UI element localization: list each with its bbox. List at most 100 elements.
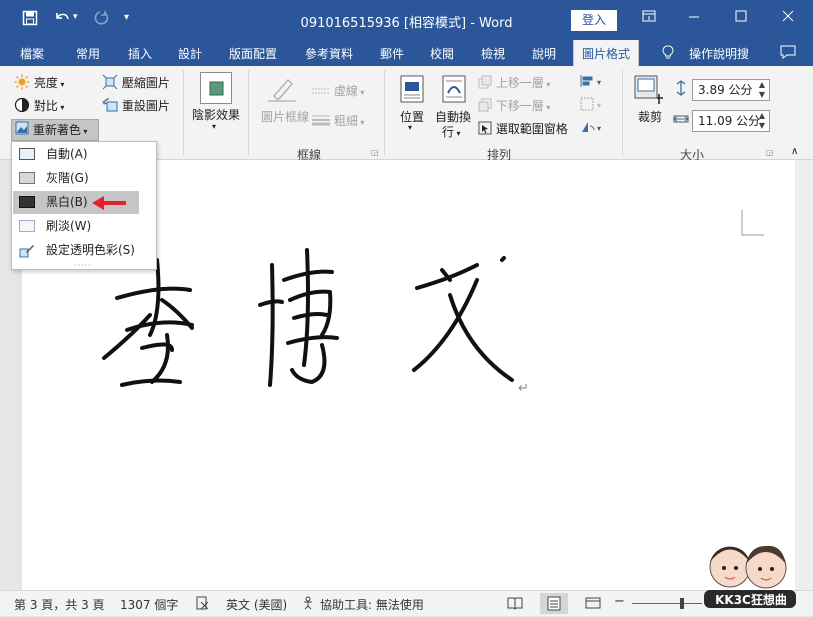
tab-references[interactable]: 參考資料 (305, 45, 353, 62)
width-spinner-icon[interactable]: ▲ ▼ (759, 111, 765, 131)
menu-item-gray[interactable]: 灰階(G) (13, 167, 139, 190)
comments-icon[interactable] (780, 45, 796, 62)
tab-picture-format[interactable]: 圖片格式 (573, 40, 640, 66)
picture-gray-icon (19, 172, 35, 184)
word-count[interactable]: 1307 個字 (120, 596, 178, 613)
menu-item-label: 灰階(G) (46, 171, 89, 185)
zoom-out-icon[interactable]: − (614, 594, 625, 609)
reset-picture-button[interactable]: 重設圖片 (102, 97, 170, 116)
login-button[interactable]: 登入 (571, 10, 617, 31)
watermark-logo: KK3C狂想曲 (700, 532, 800, 610)
status-bar: 第 3 頁，共 3 頁 1307 個字 英文 (美國) 協助工具: 無法使用 − (0, 590, 813, 616)
brightness-button[interactable]: 亮度 ▾ (14, 74, 64, 93)
height-icon (673, 80, 689, 99)
width-value: 11.09 公分 (698, 114, 761, 128)
read-mode-icon[interactable] (507, 596, 523, 613)
crop-button[interactable]: 裁剪 (638, 108, 662, 125)
ribbon-display-icon[interactable] (642, 9, 656, 27)
wrap-text-button-line2[interactable]: 行 ▾ (442, 123, 461, 140)
align-icon[interactable]: ▾ (580, 74, 608, 91)
shadow-effects-button[interactable]: 陰影效果 (192, 106, 240, 123)
menu-item-label: 自動(A) (46, 147, 88, 161)
border-dialog-launcher-icon[interactable]: ◲ (371, 148, 379, 157)
shadow-effect-icon[interactable] (200, 72, 232, 104)
tab-mailings[interactable]: 郵件 (380, 45, 404, 62)
signature-image[interactable] (102, 248, 514, 387)
paragraph-mark: ↵ (518, 381, 529, 396)
accessibility-icon[interactable] (302, 596, 318, 613)
menu-item-label: 刷淡(W) (46, 219, 92, 233)
collapse-ribbon-icon[interactable]: ∧ (791, 146, 798, 157)
crop-icon[interactable] (633, 74, 665, 109)
reset-label: 重設圖片 (121, 99, 170, 113)
height-spinner-icon[interactable]: ▲ ▼ (759, 80, 765, 100)
print-layout-icon[interactable] (540, 593, 568, 614)
send-backward-icon (478, 98, 492, 115)
compress-pictures-button[interactable]: 壓縮圖片 (102, 74, 170, 93)
tab-review[interactable]: 校閱 (430, 45, 454, 62)
rotate-icon[interactable]: ▾ (580, 120, 608, 137)
line-weight-icon (312, 114, 330, 129)
weight-button[interactable]: 粗細 ▾ (312, 112, 364, 129)
lightbulb-icon (662, 45, 674, 62)
menu-item-auto[interactable]: 自動(A) (13, 143, 139, 166)
weight-label: 粗細 (333, 114, 358, 128)
selection-pane-icon (478, 121, 492, 138)
tab-design[interactable]: 設計 (178, 45, 202, 62)
ribbon-tabs: 檔案 常用 插入 設計 版面配置 參考資料 郵件 校閱 檢視 說明 圖片格式 操… (0, 40, 813, 66)
group-objects-icon[interactable]: ▾ (580, 97, 608, 114)
tell-me-search[interactable]: 操作說明搜 (689, 45, 749, 62)
tab-view[interactable]: 檢視 (481, 45, 505, 62)
height-input[interactable]: 3.89 公分 ▲ ▼ (692, 79, 770, 101)
close-icon[interactable] (782, 9, 794, 27)
picture-border-icon (266, 74, 298, 105)
compress-label: 壓縮圖片 (121, 76, 170, 90)
width-input[interactable]: 11.09 公分 ▲ ▼ (692, 110, 770, 132)
dash-label: 虛線 (333, 84, 358, 98)
vertical-scrollbar[interactable] (795, 160, 813, 590)
menu-item-label: 黑白(B) (46, 195, 88, 209)
language-status[interactable]: 英文 (美國) (226, 596, 287, 613)
send-backward-button[interactable]: 下移一層 ▾ (478, 97, 550, 115)
menu-item-set-transparent[interactable]: 設定透明色彩(S) (13, 239, 153, 262)
zoom-slider[interactable] (632, 603, 702, 604)
send-backward-label: 下移一層 (495, 99, 544, 113)
bring-forward-label: 上移一層 (495, 76, 544, 90)
zoom-slider-thumb[interactable] (680, 598, 684, 609)
picture-border-button[interactable]: 圖片框線 (261, 108, 309, 125)
compress-icon (102, 74, 118, 93)
recolor-button[interactable]: 重新著色 ▾ (11, 119, 99, 141)
shadow-dropdown-arrow[interactable]: ▾ (212, 122, 216, 131)
position-dropdown-arrow[interactable]: ▾ (408, 123, 412, 132)
dash-icon (312, 85, 330, 99)
proofing-icon[interactable] (195, 596, 209, 613)
tab-insert[interactable]: 插入 (128, 45, 152, 62)
picture-auto-icon (19, 148, 35, 160)
bring-forward-icon (478, 75, 492, 92)
reset-picture-icon (102, 97, 118, 116)
title-bar: ▾ ▾ 091016515936 [相容模式] - Word 登入 (0, 0, 813, 40)
tab-help[interactable]: 說明 (532, 45, 556, 62)
menu-item-label: 設定透明色彩(S) (46, 243, 135, 257)
size-dialog-launcher-icon[interactable]: ◲ (766, 148, 774, 157)
contrast-button[interactable]: 對比 ▾ (14, 97, 64, 116)
separator (248, 70, 249, 156)
maximize-icon[interactable] (735, 9, 747, 27)
page-count[interactable]: 第 3 頁，共 3 頁 (14, 596, 105, 613)
tab-layout[interactable]: 版面配置 (229, 45, 277, 62)
svg-text:▾: ▾ (597, 124, 601, 133)
dash-button[interactable]: 虛線 ▾ (312, 82, 364, 99)
height-value: 3.89 公分 (698, 83, 753, 97)
tab-file[interactable]: 檔案 (20, 45, 44, 62)
menu-item-washout[interactable]: 刷淡(W) (13, 215, 139, 238)
tab-home[interactable]: 常用 (76, 45, 100, 62)
bring-forward-button[interactable]: 上移一層 ▾ (478, 74, 550, 92)
menu-resize-grip[interactable]: ····· (74, 261, 92, 270)
position-icon (400, 75, 424, 106)
accessibility-status[interactable]: 協助工具: 無法使用 (320, 596, 424, 613)
svg-text:▾: ▾ (597, 78, 601, 87)
selection-pane-label: 選取範圍窗格 (495, 122, 568, 136)
web-layout-icon[interactable] (585, 596, 601, 613)
minimize-icon[interactable] (688, 9, 700, 27)
selection-pane-button[interactable]: 選取範圍窗格 (478, 120, 568, 138)
